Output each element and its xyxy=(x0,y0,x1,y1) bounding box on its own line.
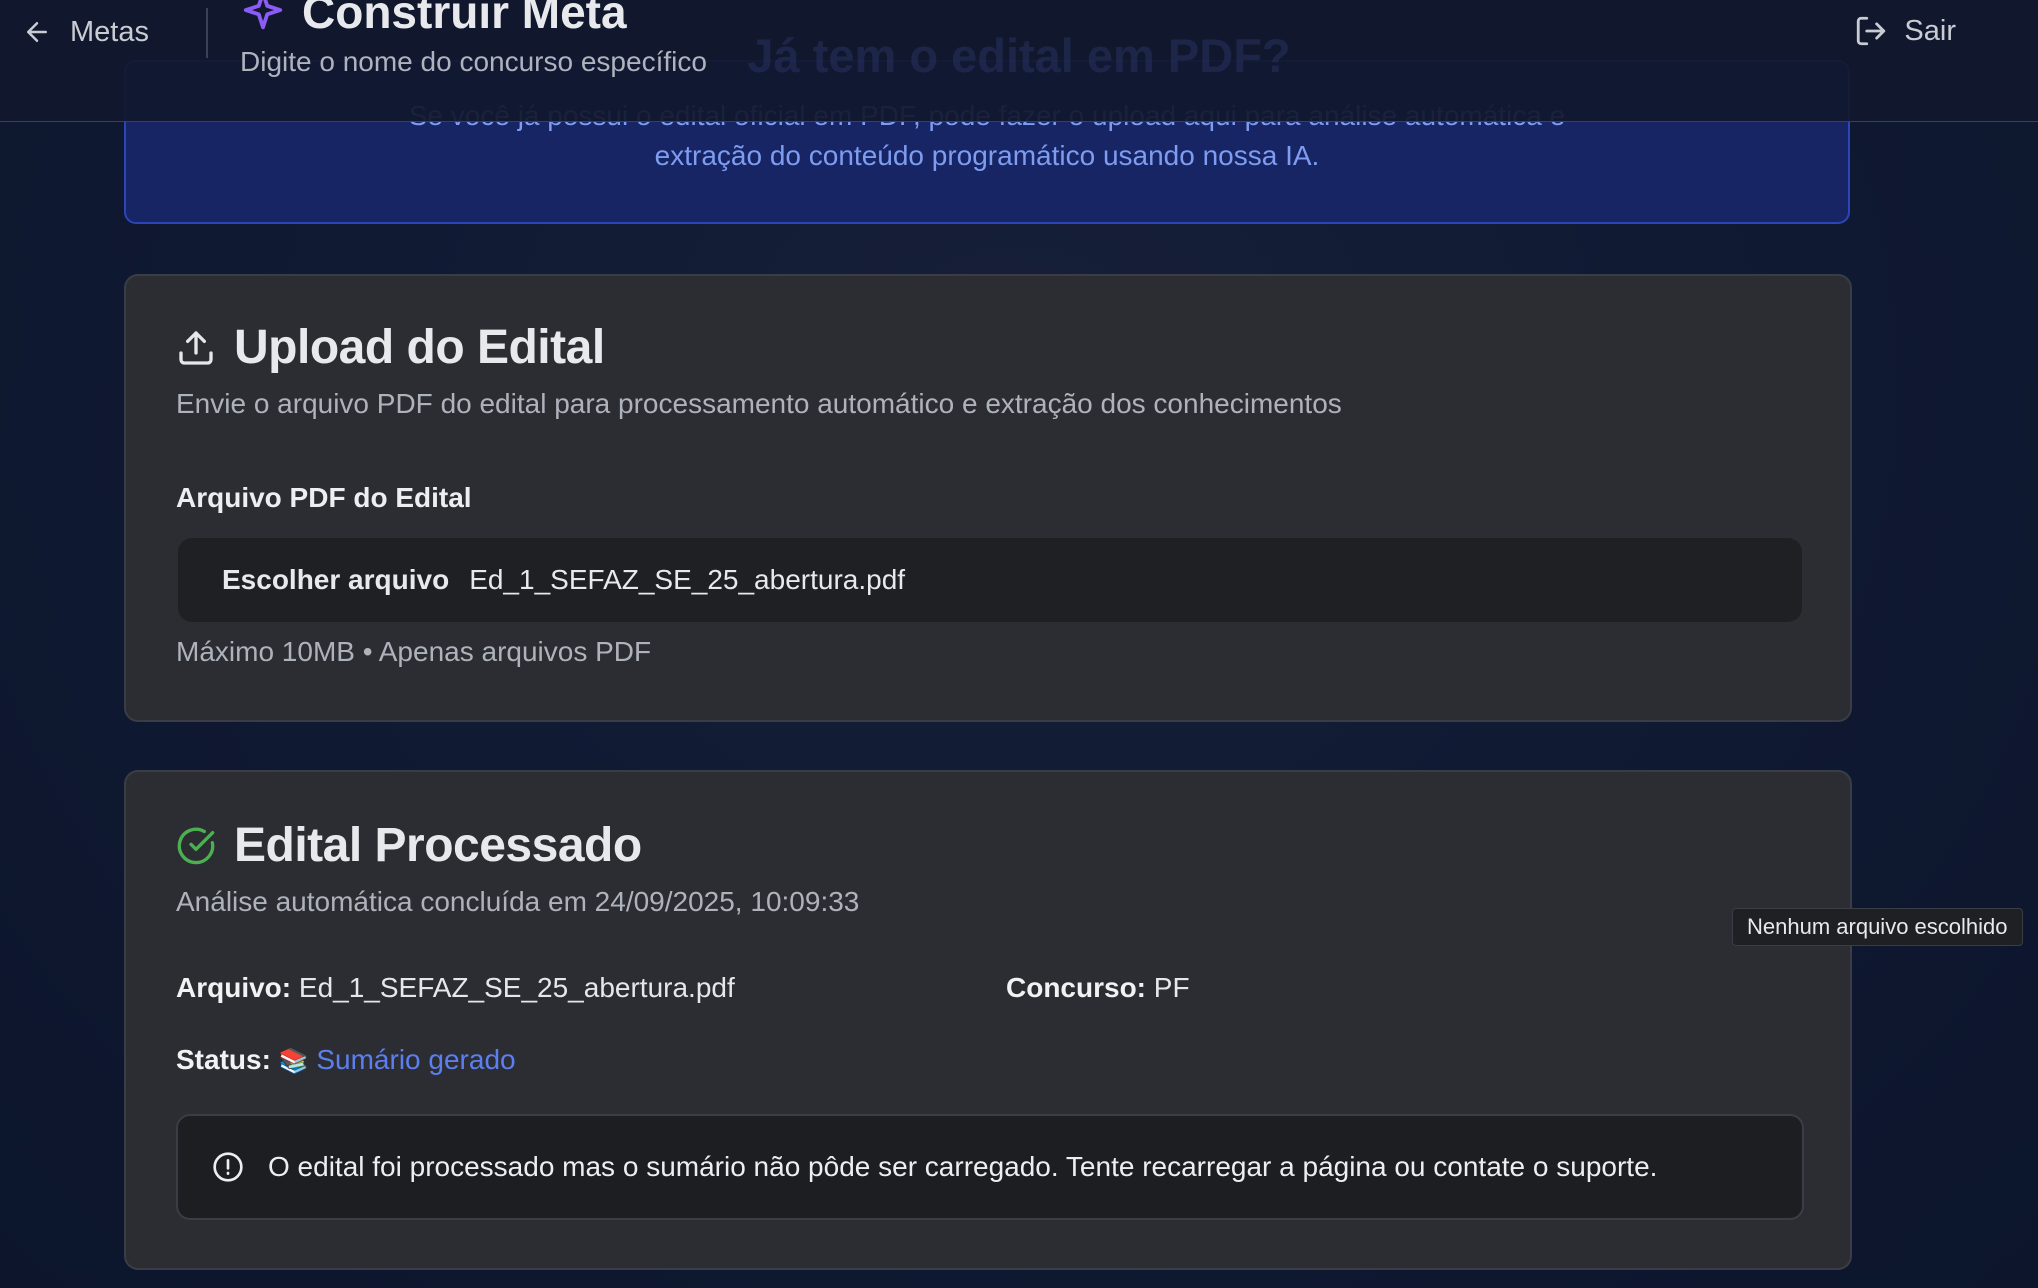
selected-file-name: Ed_1_SEFAZ_SE_25_abertura.pdf xyxy=(469,564,906,595)
file-info-value: Ed_1_SEFAZ_SE_25_abertura.pdf xyxy=(298,972,735,1003)
upload-card-title: Upload do Edital xyxy=(234,321,605,374)
contest-info-label: Concurso: xyxy=(1006,972,1146,1003)
books-icon: 📚 xyxy=(278,1048,309,1075)
alert-text: O edital foi processado mas o sumário nã… xyxy=(268,1151,1658,1182)
header-divider xyxy=(206,8,208,58)
processed-card-description: Análise automática concluída em 24/09/20… xyxy=(176,886,860,917)
page-subtitle: Digite o nome do concurso específico xyxy=(240,46,707,77)
file-info-label: Arquivo: xyxy=(176,972,292,1003)
status-info: Status: 📚 Sumário gerado xyxy=(176,1044,516,1076)
info-banner-line2: extração do conteúdo programático usando… xyxy=(654,140,1320,171)
upload-icon xyxy=(179,330,213,365)
file-info: Arquivo: Ed_1_SEFAZ_SE_25_abertura.pdf xyxy=(176,972,735,1004)
alert-circle-icon xyxy=(213,1152,243,1182)
logout-button[interactable]: Sair xyxy=(1854,14,1956,48)
pdf-file-input[interactable]: Escolher arquivo Ed_1_SEFAZ_SE_25_abertu… xyxy=(178,538,1802,622)
processed-card-header: Edital Processado xyxy=(176,818,642,873)
summary-alert: O edital foi processado mas o sumário nã… xyxy=(176,1114,1804,1220)
logout-label: Sair xyxy=(1904,14,1956,47)
contest-info: Concurso: PF xyxy=(1006,972,1190,1004)
pdf-field-label: Arquivo PDF do Edital xyxy=(176,482,472,513)
status-info-label: Status: xyxy=(176,1044,271,1075)
arrow-left-icon xyxy=(27,22,47,42)
status-value[interactable]: Sumário gerado xyxy=(316,1044,515,1075)
sparkles-icon xyxy=(243,0,283,30)
page-title: Construir Meta xyxy=(302,0,627,38)
top-header: Já tem o edital em PDF? Metas Construir … xyxy=(0,0,2038,122)
header-title-block: Construir Meta Digite o nome do concurso… xyxy=(240,0,707,78)
logout-icon xyxy=(1857,16,1886,46)
back-label: Metas xyxy=(70,15,149,48)
upload-card-header: Upload do Edital xyxy=(176,320,605,375)
upload-card: Upload do Edital Envie o arquivo PDF do … xyxy=(124,274,1852,722)
processed-card: Edital Processado Análise automática con… xyxy=(124,770,1852,1270)
file-input-tooltip: Nenhum arquivo escolhido xyxy=(1732,908,2023,946)
choose-file-button[interactable]: Escolher arquivo xyxy=(222,564,449,596)
check-circle-icon xyxy=(177,827,215,864)
contest-info-value: PF xyxy=(1153,972,1190,1003)
processed-card-title: Edital Processado xyxy=(234,819,642,872)
upload-card-description: Envie o arquivo PDF do edital para proce… xyxy=(176,388,1342,419)
upload-hint: Máximo 10MB • Apenas arquivos PDF xyxy=(176,636,652,667)
back-button[interactable]: Metas xyxy=(22,14,149,50)
